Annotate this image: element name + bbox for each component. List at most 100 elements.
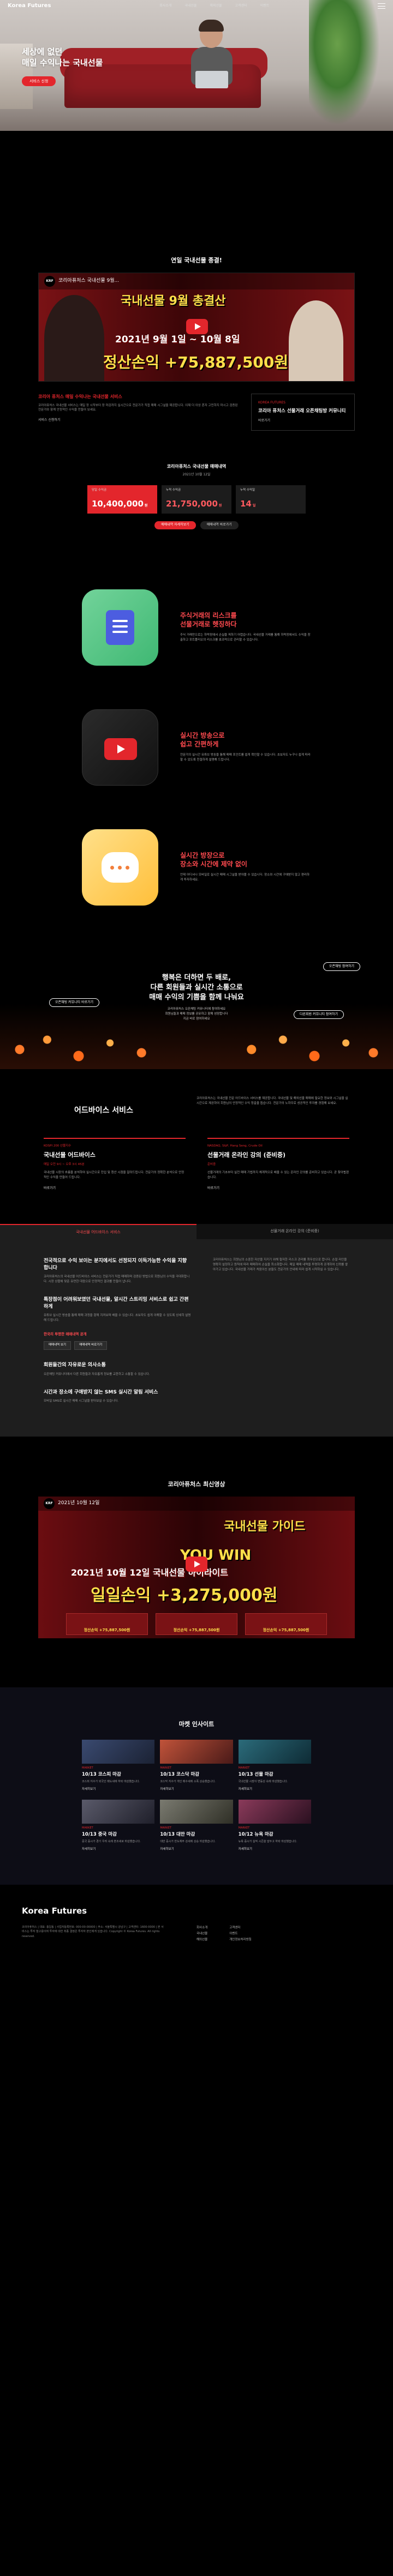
advice-col-link[interactable]: 바로가기 <box>207 1186 349 1191</box>
news-title: 10/13 중국 마감 <box>82 1832 117 1838</box>
nav-item-overseas[interactable]: 해외선물 <box>210 4 222 9</box>
feature-desc: 주식 거래만으로는 하락장에서 손실을 피하기 어렵습니다. 국내선물 거래를 … <box>180 634 311 642</box>
feature-text: 실시간 방장으로 장소와 시간에 제약 없이 언제 어디서나 모바일로 실시간 매… <box>180 852 311 883</box>
news-desc: 국내선물 시장이 변동성 속에 마감했습니다. <box>238 1780 288 1784</box>
news-card[interactable]: MARKET 10/13 선물 마감 국내선물 시장이 변동성 속에 마감했습니… <box>238 1739 311 1792</box>
site-footer: Korea Futures 코리아퓨처스 | 대표: 홍길동 | 사업자등록번호… <box>0 1884 393 1959</box>
video-title[interactable]: 코리아퓨처스 국내선물 9월... <box>58 277 119 285</box>
detail-heading-1: 전국적으로 수익 보이는 분지에서도 선정되지 이득가능한 수익을 지향합니다 <box>44 1258 187 1271</box>
feature-text: 실시간 방송으로 쉽고 간편하게 전문가의 실시간 유튜브 방송을 통해 매매 포… <box>180 732 311 763</box>
news-card[interactable]: MARKET 10/13 코스닥 마감 코스닥 지수가 개인 매수세에 소폭 상… <box>160 1739 233 1792</box>
news-thumbnail <box>238 1739 311 1764</box>
news-category: MARKET <box>82 1826 93 1830</box>
footer-row: 코리아퓨처스 | 대표: 홍길동 | 사업자등록번호: 000-00-00000… <box>22 1925 371 1943</box>
trade-history-link-button[interactable]: 매매내역 바로가기 <box>200 521 239 529</box>
news-card[interactable]: MARKET 10/13 대만 마감 대만 증시가 반도체주 강세에 상승 마감… <box>160 1799 233 1852</box>
chat-community-link-button[interactable]: 오픈채팅 커뮤니티 바로가기 <box>49 998 100 1008</box>
tab-domestic-advice[interactable]: 국내선물 어드바이스 서비스 <box>0 1224 196 1240</box>
service-apply-link[interactable]: 서비스 신청하기 <box>38 418 238 423</box>
history-link-button[interactable]: 매매내역 바로가기 <box>74 1341 108 1350</box>
play-icon[interactable] <box>186 318 208 334</box>
stats-title: 코리아퓨처스 국내선물 매매내역 <box>166 463 227 469</box>
community-card-title: 코리아 퓨처스 선물거래 오픈채팅방 커뮤니티 <box>258 408 346 414</box>
advice-title: 어드바이스 서비스 <box>74 1106 133 1115</box>
advice-col-lecture: NASDAQ, S&P, Hang Seng, Crude Oil 선물거래 온… <box>207 1137 349 1191</box>
news-title: 10/13 코스피 마감 <box>82 1772 121 1778</box>
footer-link[interactable]: 회사소개 <box>196 1925 207 1931</box>
news-category: MARKET <box>238 1826 250 1830</box>
detail-buttons: 매매내역 보기 매매내역 바로가기 <box>44 1341 191 1350</box>
news-card[interactable]: MARKET 10/13 코스피 마감 코스피 지수가 외국인 매도세에 하락 … <box>82 1739 155 1792</box>
news-title: 10/13 대만 마감 <box>160 1832 195 1838</box>
latest-video-player[interactable]: KRF 2021년 10월 12일 국내선물 가이드 YOU WIN 2021년… <box>38 1496 355 1638</box>
market-insight-title: 마켓 인사이트 <box>178 1720 215 1728</box>
hero-line-2: 매일 수익나는 국내선물 <box>22 58 103 68</box>
footer-link[interactable]: 해외선물 <box>196 1937 207 1943</box>
news-card[interactable]: MARKET 10/13 중국 마감 중국 증시가 경기 우려 속에 혼조세로 … <box>82 1799 155 1852</box>
channel-avatar[interactable]: KRF <box>44 275 55 287</box>
community-card[interactable]: KOREA FUTURES 코리아 퓨처스 선물거래 오픈채팅방 커뮤니티 바로… <box>251 393 355 431</box>
nav-item-event[interactable]: 이벤트 <box>260 4 270 9</box>
service-detail-inner: 전국적으로 수익 보이는 분지에서도 선정되지 이득가능한 수익을 지향합니다 … <box>44 1258 349 1404</box>
news-link[interactable]: 자세히보기 <box>239 1788 311 1792</box>
service-detail-left: 전국적으로 수익 보이는 분지에서도 선정되지 이득가능한 수익을 지향합니다 … <box>44 1258 191 1404</box>
news-link[interactable]: 자세히보기 <box>160 1788 233 1792</box>
footer-link[interactable]: 고객센터 <box>229 1925 251 1931</box>
detail-heading-2: 특장점이 어려워보였던 국내선물, 알시간 스트리밍 서비스로 쉽고 간편하게 <box>44 1296 189 1310</box>
video-section-title: 연일 국내선물 종결! <box>171 257 222 264</box>
news-link[interactable]: 자세히보기 <box>82 1788 154 1792</box>
news-desc: 대만 증시가 반도체주 강세에 상승 마감했습니다. <box>160 1840 216 1844</box>
hero-apply-button[interactable]: 서비스 신청 <box>22 76 56 86</box>
nav-item-domestic[interactable]: 국내선물 <box>184 4 196 9</box>
community-card-kicker: KOREA FUTURES <box>258 400 285 405</box>
news-title: 10/12 뉴욕 마감 <box>238 1832 273 1838</box>
footer-link[interactable]: 이벤트 <box>229 1931 251 1937</box>
site-logo[interactable]: Korea Futures <box>8 2 51 10</box>
footer-link[interactable]: 개인정보처리방침 <box>229 1937 251 1943</box>
video-player[interactable]: KRF 코리아퓨처스 국내선물 9월... 국내선물 9월 총결산 2021년 … <box>38 272 355 382</box>
news-link[interactable]: 자세히보기 <box>239 1848 311 1852</box>
video-guest-image <box>289 300 343 381</box>
advice-col-link[interactable]: 바로가기 <box>44 1186 186 1191</box>
news-title: 10/13 코스닥 마감 <box>160 1772 200 1778</box>
play-icon[interactable] <box>186 1556 207 1572</box>
video-thumbnail[interactable]: 정산손익 +75,887,500원 <box>156 1613 237 1635</box>
video-host-image <box>44 294 104 381</box>
hamburger-menu-icon[interactable] <box>378 3 385 9</box>
feature-text: 주식거래의 리스크를 선물거래로 헷징하다 주식 거래만으로는 하락장에서 손실을… <box>180 612 311 643</box>
latest-video-date-title[interactable]: 2021년 10월 12일 <box>58 1500 99 1507</box>
hero-headline: 세상에 없던 매일 수익나는 국내선물 <box>22 46 103 69</box>
channel-avatar[interactable]: KRF <box>44 1498 55 1509</box>
video-thumbnail[interactable]: 정산손익 +75,887,500원 <box>245 1613 327 1635</box>
nav-item-about[interactable]: 회사소개 <box>159 4 171 9</box>
footer-link[interactable]: 국내선물 <box>196 1931 207 1937</box>
stat-card-daily: 당일 수익금 10,400,000 원 <box>87 485 157 514</box>
stat-value: 14 일 <box>240 499 256 509</box>
member-community-button[interactable]: 다른회원 커뮤니티 참여하기 <box>293 1010 344 1019</box>
detail-right-text: 코리아퓨처스는 회원님의 소중한 자산을 지키기 위해 철저한 리스크 관리를 … <box>213 1258 348 1271</box>
video-thumbnail[interactable]: 정산손익 +75,887,500원 <box>66 1613 148 1635</box>
main-nav: 회사소개 국내선물 해외선물 고객센터 이벤트 <box>159 4 269 9</box>
advice-col-title: 국내선물 어드바이스 <box>44 1151 96 1159</box>
nav-item-support[interactable]: 고객센터 <box>235 4 247 9</box>
news-link[interactable]: 자세히보기 <box>82 1848 154 1852</box>
trade-history-detail-button[interactable]: 매매내역 자세히보기 <box>154 521 196 529</box>
advice-columns: KOSPI 200 선물지수 국내선물 어드바이스 매일 오전 9시 ~ 오후 … <box>44 1137 349 1191</box>
detail-heading-3: 회원들간의 자유로운 의사소통 <box>44 1362 106 1368</box>
news-card[interactable]: MARKET 10/12 뉴욕 마감 뉴욕 증시가 실적 시즌을 앞두고 하락 … <box>238 1799 311 1852</box>
stat-value: 21,750,000 원 <box>166 499 222 509</box>
view-history-button[interactable]: 매매내역 보기 <box>44 1341 72 1350</box>
advice-col-domestic: KOSPI 200 선물지수 국내선물 어드바이스 매일 오전 9시 ~ 오후 … <box>44 1137 186 1191</box>
service-description: 코리아 퓨처스 매일 수익나는 국내선물 서비스 코리아퓨처스 국내선물 서비스… <box>38 394 238 431</box>
trade-stats-section: 코리아퓨처스 국내선물 매매내역 2021년 10월 12일 당일 수익금 10… <box>0 442 393 557</box>
footer-logo[interactable]: Korea Futures <box>22 1905 371 1917</box>
news-link[interactable]: 자세히보기 <box>160 1848 233 1852</box>
feature-chat: 실시간 방장으로 장소와 시간에 제약 없이 언제 어디서나 모바일로 실시간 매… <box>82 829 311 906</box>
document-icon <box>82 589 158 666</box>
tab-online-lecture[interactable]: 선물거래 온라인 강의 (준비중) <box>196 1224 393 1239</box>
news-thumbnail <box>160 1799 233 1824</box>
service-info-row: 코리아 퓨처스 매일 수익나는 국내선물 서비스 코리아퓨처스 국내선물 서비스… <box>38 393 355 431</box>
community-card-link[interactable]: 바로가기 <box>258 419 348 424</box>
hero-character-image <box>186 20 238 98</box>
stats-date: 2021년 10월 12일 <box>182 473 211 477</box>
